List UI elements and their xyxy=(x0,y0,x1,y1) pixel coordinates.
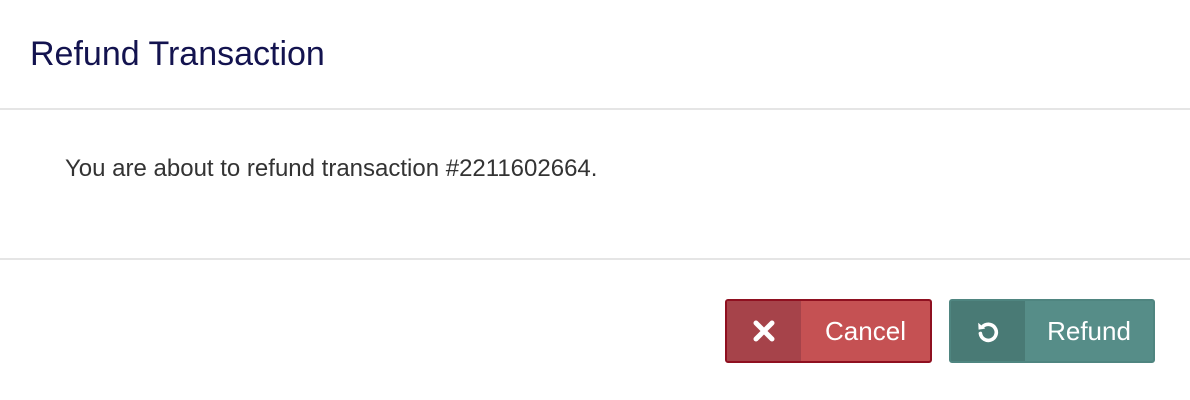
undo-icon xyxy=(951,301,1025,361)
refund-dialog: Refund Transaction You are about to refu… xyxy=(0,0,1190,400)
dialog-body: You are about to refund transaction #221… xyxy=(0,110,1190,260)
dialog-header: Refund Transaction xyxy=(0,0,1190,110)
dialog-footer: Cancel Refund xyxy=(0,260,1190,400)
cancel-button-label: Cancel xyxy=(825,316,906,346)
dialog-title: Refund Transaction xyxy=(30,35,325,73)
refund-button-label: Refund xyxy=(1047,316,1131,346)
refund-button[interactable]: Refund xyxy=(949,299,1155,363)
dialog-message: You are about to refund transaction #221… xyxy=(65,155,598,182)
cancel-button[interactable]: Cancel xyxy=(725,299,932,363)
close-icon xyxy=(727,301,801,361)
